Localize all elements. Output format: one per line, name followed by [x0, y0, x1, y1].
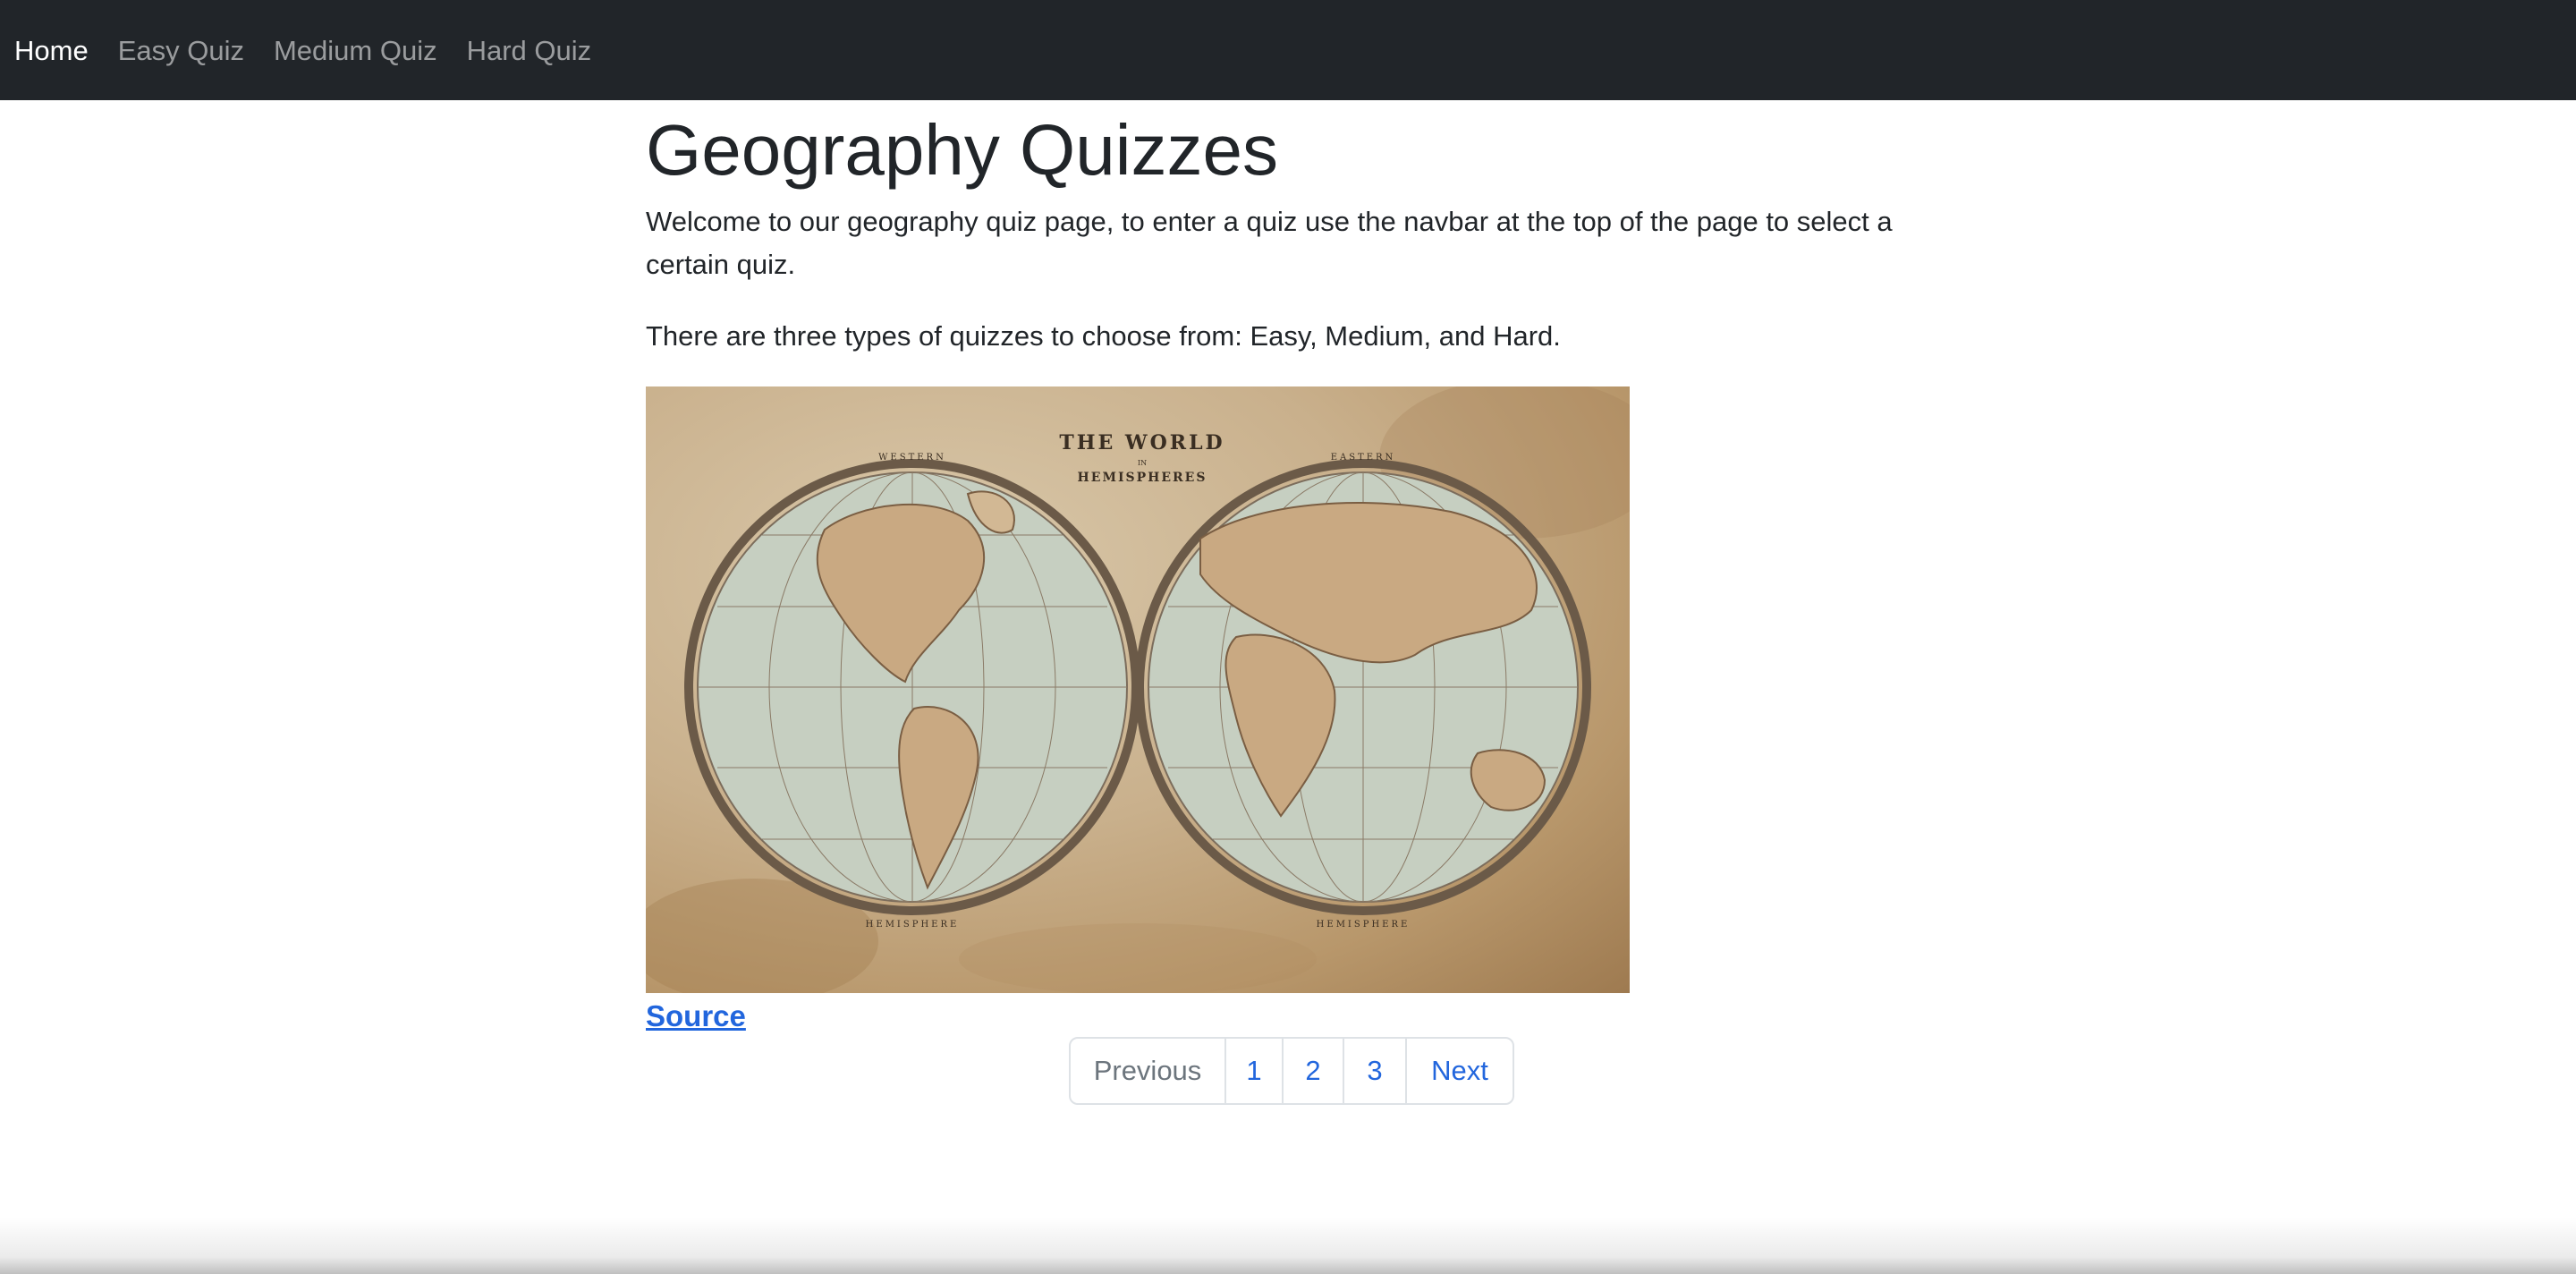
pagination-page-1[interactable]: 1	[1226, 1039, 1284, 1103]
pagination-next[interactable]: Next	[1407, 1039, 1513, 1103]
pagination-page-2[interactable]: 2	[1284, 1039, 1344, 1103]
pagination: Previous 1 2 3 Next	[1069, 1037, 1514, 1105]
eastern-bottom-label: HEMISPHERE	[1317, 920, 1411, 930]
western-label: WESTERN	[878, 453, 946, 463]
top-navbar: Home Easy Quiz Medium Quiz Hard Quiz	[0, 0, 2576, 100]
pagination-previous[interactable]: Previous	[1071, 1039, 1226, 1103]
western-hemisphere: WESTERN HEMISPHERE	[684, 453, 1140, 930]
map-title-text: THE WORLD	[1059, 431, 1224, 454]
window-bottom-shadow	[0, 1217, 2576, 1274]
nav-hard-quiz[interactable]: Hard Quiz	[467, 37, 592, 64]
nav-medium-quiz[interactable]: Medium Quiz	[274, 37, 437, 64]
intro-paragraph: Welcome to our geography quiz page, to e…	[646, 206, 1893, 280]
nav-easy-quiz[interactable]: Easy Quiz	[118, 37, 244, 64]
page-title: Geography Quizzes	[646, 110, 1279, 190]
nav-home[interactable]: Home	[14, 37, 89, 64]
map-subtitle-text: HEMISPHERES	[1078, 471, 1208, 485]
pagination-page-3[interactable]: 3	[1344, 1039, 1407, 1103]
quiz-types-paragraph: There are three types of quizzes to choo…	[646, 320, 1561, 352]
eastern-hemisphere: EASTERN HEMISPHERE	[1135, 453, 1591, 930]
western-bottom-label: HEMISPHERE	[866, 920, 960, 930]
source-link[interactable]: Source	[646, 995, 746, 1038]
world-map-image: THE WORLD IN HEMISPHERES WESTERN HEMISPH…	[646, 386, 1630, 993]
map-in-text: IN	[1138, 459, 1147, 467]
eastern-label: EASTERN	[1331, 453, 1396, 463]
